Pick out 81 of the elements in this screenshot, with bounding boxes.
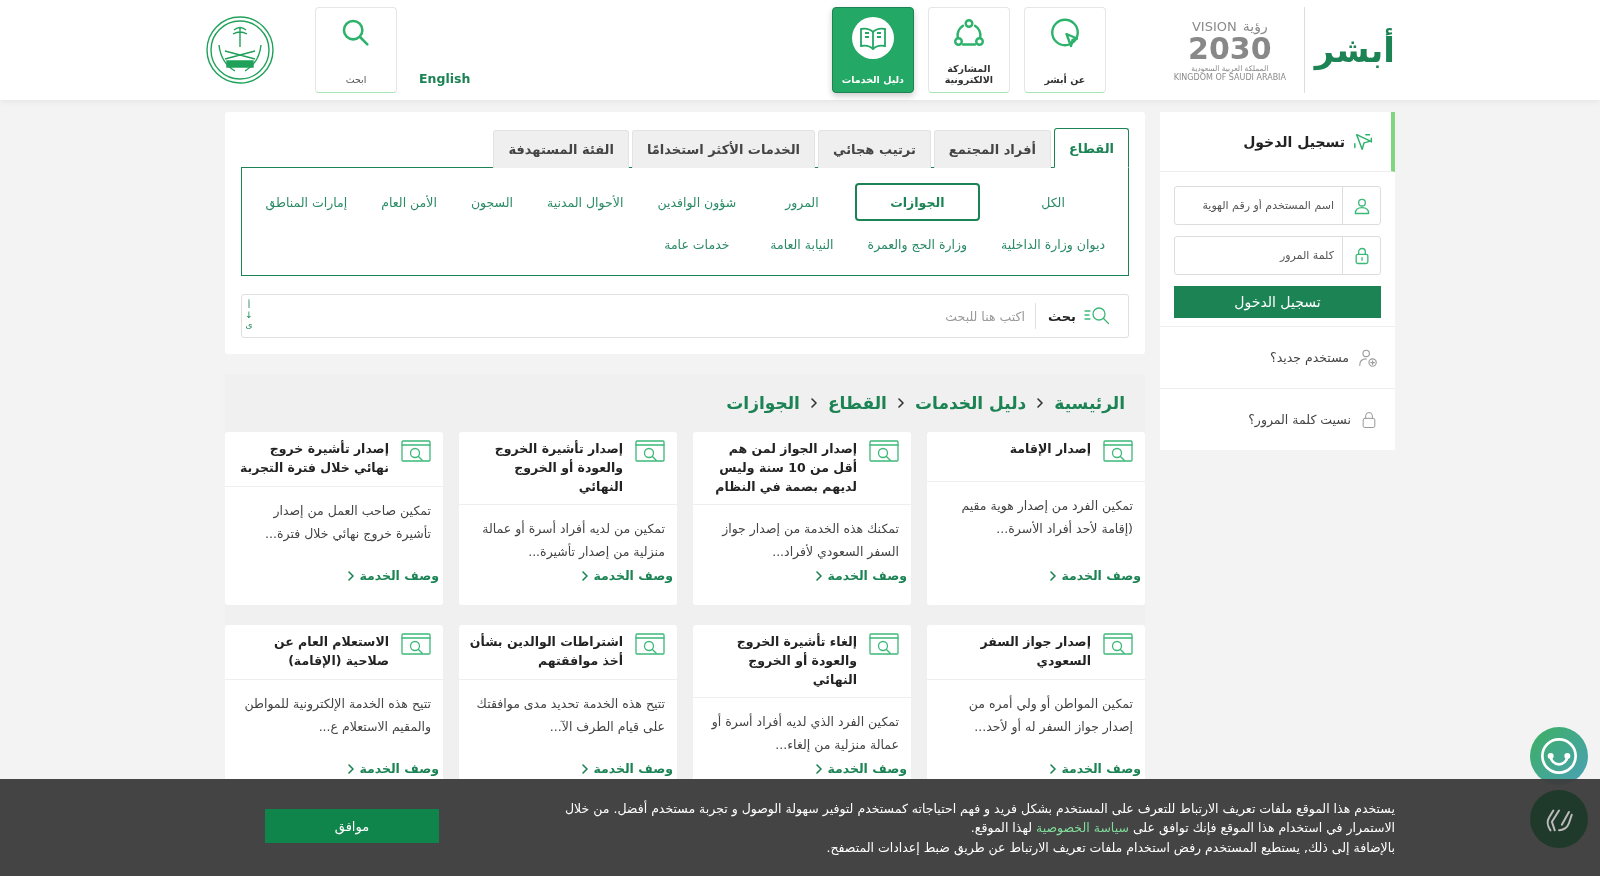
- country-name: KINGDOM OF SAUDI ARABIA: [1173, 73, 1286, 82]
- nav-button[interactable]: دليل الخدمات: [831, 7, 914, 93]
- service-description: تتيح هذه الخدمة الإلكترونية للمواطن والمقيم الاستعلام ع...: [243, 694, 432, 737]
- service-description: تمكين المواطن أو ولي أمره من إصدار جواز السفر له أو لأحد...: [967, 694, 1134, 737]
- service-title: إصدار تأشيرة الخروج والعودة أو الخروج النهائي: [493, 440, 623, 496]
- chevron-icon: [347, 570, 356, 581]
- filter-button[interactable]: الكل: [988, 183, 1118, 221]
- chevron-icon: [1036, 398, 1045, 408]
- forgot-password-link[interactable]: نسيت كلمة المرور؟: [1160, 388, 1395, 450]
- service-details-link[interactable]: وصف الخدمة: [581, 761, 673, 776]
- breadcrumb-link[interactable]: القطاع: [827, 393, 887, 413]
- vision-year: 2030: [1188, 34, 1272, 64]
- tab[interactable]: الفئة المستهدفة: [493, 130, 629, 168]
- service-title: إصدار الإقامة: [1008, 440, 1091, 458]
- filter-button[interactable]: ديوان وزارة الداخلية: [988, 225, 1118, 263]
- language-link[interactable]: English: [419, 71, 471, 86]
- breadcrumb-link[interactable]: الجوازات: [726, 393, 800, 413]
- service-details-link[interactable]: وصف الخدمة: [347, 761, 439, 776]
- chevron-icon: [1049, 570, 1058, 581]
- tab[interactable]: الخدمات الأكثر استخدامًا: [631, 130, 816, 168]
- service-description: تتيح هذه الخدمة تحديد مدى موافقتك على قيام الطرف الآ...: [475, 694, 666, 736]
- filter-button[interactable]: وزارة الحج والعمرة: [854, 225, 981, 263]
- search-icon: [1084, 306, 1110, 326]
- service-details-link[interactable]: وصف الخدمة: [581, 568, 673, 583]
- chevron-icon: [581, 570, 590, 581]
- service-details-link[interactable]: وصف الخدمة: [1049, 568, 1141, 583]
- chevron-icon: [815, 763, 824, 774]
- filter-button[interactable]: النيابة العامة: [757, 225, 847, 263]
- nav-button[interactable]: عن أبشر: [1023, 7, 1106, 93]
- smile-icon: [1539, 736, 1579, 776]
- vision-text: رؤية: [1242, 18, 1268, 34]
- service-title: إصدار جواز السفر السعودي: [979, 633, 1091, 670]
- service-title: إصدار تأشيرة خروج نهائي خلال فترة التجربة: [239, 440, 389, 477]
- filter-button[interactable]: السجون: [457, 183, 527, 221]
- search-button[interactable]: ابحث: [315, 7, 397, 93]
- search-bar[interactable]: بحث اكتب هنا للبحث أ ↓ ى: [241, 294, 1129, 338]
- emblem-drawing: [205, 15, 275, 85]
- filter-button[interactable]: الجوازات: [854, 183, 981, 221]
- chevron-icon: [581, 763, 590, 774]
- service-details-link[interactable]: وصف الخدمة: [347, 568, 439, 583]
- chevron-icon: [815, 570, 824, 581]
- service-description: تمكين الفرد الذي لديه أفراد أسرة أو عمالة منزلية من إلغاء...: [710, 712, 900, 755]
- service-title: إصدار الجواز لمن هم أقل من 10 سنة وليس لديهم بصمة في النظام: [714, 440, 857, 497]
- service-title: إلغاء تأشيرة الخروج والعودة أو الخروج النهائي: [735, 633, 857, 689]
- service-title: اشتراطات الوالدين بشأن أخذ موافقتهم: [468, 633, 623, 670]
- privacy-policy-link[interactable]: سياسة الخصوصية: [1035, 820, 1129, 836]
- login-button[interactable]: تسجيل الدخول: [1174, 286, 1381, 318]
- service-description: تمكين من لديه أفراد أسرة أو عمالة منزلية من إصدار تأشيرة...: [481, 519, 666, 562]
- filter-button[interactable]: شؤون الوافدين: [644, 183, 750, 221]
- password-input[interactable]: كلمة المرور: [1175, 249, 1342, 262]
- chevron-icon: [809, 398, 818, 408]
- tab[interactable]: ترتيب هجائي: [818, 130, 931, 168]
- service-details-link[interactable]: وصف الخدمة: [815, 761, 907, 776]
- password-field[interactable]: كلمة المرور: [1174, 236, 1381, 275]
- breadcrumb-link[interactable]: دليل الخدمات: [914, 393, 1027, 413]
- cookie-text: يستخدم هذا الموقع ملفات تعريف الارتباط للتعرف على المستخدم بشكل فريد و فهم احتياجاته كمستخدم لتوفير سهولة الوصول و تجربة مستخدم أفضل. من خلال الاستمرار في استخدام هذا الموقع فإنك توافق على سياسة الخصوصية لهذا الموقع. بالإضافة إلى ذلك, يستطيع المستخدم رفض استخدام ملفات تعريف الارتباط عن طريق ضبط إعدادات المتصفح.: [564, 799, 1395, 858]
- service-description: تمكين صاحب العمل من إصدار تأشيرة خروج نهائي خلال فترة...: [264, 501, 432, 544]
- filter-button[interactable]: خدمات عامة: [644, 225, 750, 263]
- filter-button[interactable]: المرور: [757, 183, 847, 221]
- new-user-link[interactable]: مستخدم جديد؟: [1160, 326, 1395, 388]
- service-details-link[interactable]: وصف الخدمة: [815, 568, 907, 583]
- tab[interactable]: القطاع: [1053, 128, 1129, 168]
- chevron-icon: [1049, 763, 1058, 774]
- sort-button[interactable]: أ ↓ ى: [244, 301, 254, 331]
- login-title: تسجيل الدخول: [1243, 133, 1345, 150]
- filter-button[interactable]: إمارات المناطق: [252, 183, 361, 221]
- service-details-link[interactable]: وصف الخدمة: [1049, 761, 1141, 776]
- nav-button[interactable]: المشاركة الالكترونية: [927, 7, 1010, 93]
- service-description: تمكين الفرد من إصدار هوية مقيم (إقامة لأحد أفراد الأسرة...: [960, 497, 1134, 539]
- service-description: تمكنك هذه الخدمة من إصدار جواز السفر السعودي لأفراد...: [720, 520, 900, 562]
- breadcrumb-link[interactable]: الرئيسية: [1054, 393, 1125, 413]
- book-icon: [850, 16, 895, 60]
- absher-logo[interactable]: أبشر: [1303, 7, 1395, 93]
- chevron-icon: [347, 763, 356, 774]
- tab[interactable]: أفراد المجتمع: [933, 130, 1051, 168]
- filter-button[interactable]: الأمن العام: [368, 183, 450, 221]
- accept-button[interactable]: موافق: [265, 809, 439, 843]
- vision-text: VISION: [1191, 19, 1237, 34]
- service-title: الاستعلام العام عن صلاحية (الإقامة): [272, 633, 389, 670]
- filter-button[interactable]: الأحوال المدنية: [534, 183, 637, 221]
- chevron-icon: [896, 398, 905, 408]
